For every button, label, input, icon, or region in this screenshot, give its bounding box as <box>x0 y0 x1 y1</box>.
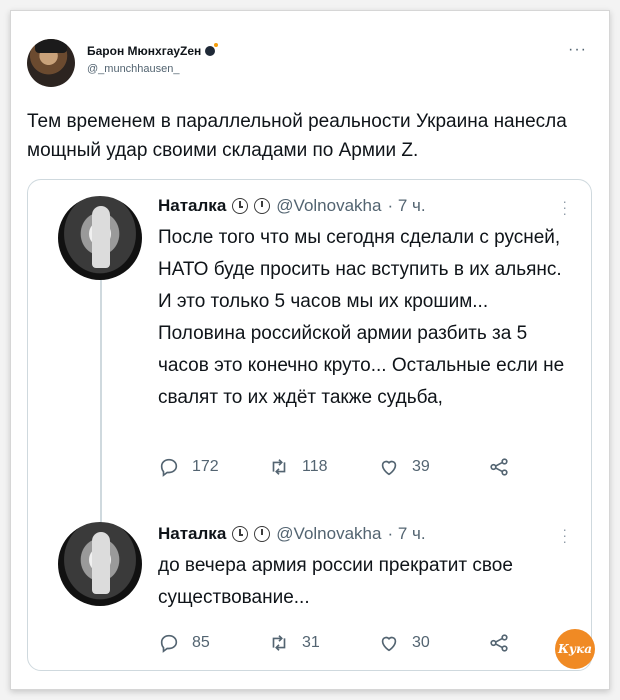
avatar-figure <box>92 532 110 594</box>
quoted-tweet-text: После того что мы сегодня сделали с русн… <box>158 227 565 408</box>
reply-button[interactable]: 85 <box>158 632 268 654</box>
quoted-author-name[interactable]: Наталка <box>158 524 226 544</box>
quoted-tweet-header: Наталка @Volnovakha · 7 ч. <box>158 196 426 216</box>
screenshot-frame: Барон МюнхгауZен @_munchhausen_ ··· Тем … <box>10 10 610 690</box>
retweet-button[interactable]: 31 <box>268 632 378 654</box>
quoted-tweet-text: до вечера армия россии прекратит свое су… <box>158 555 513 608</box>
quoted-thread-card[interactable]: Наталка @Volnovakha · 7 ч. · · · После тог… <box>27 179 592 671</box>
clock-icon <box>254 198 271 214</box>
quoted-author-avatar[interactable] <box>58 196 142 280</box>
author-name-row[interactable]: Барон МюнхгауZен <box>87 43 219 58</box>
avatar-figure <box>92 206 110 268</box>
author-handle[interactable]: @_munchhausen_ <box>87 63 180 75</box>
quoted-author-handle[interactable]: @Volnovakha <box>276 196 381 216</box>
tweet-actions: 85 31 30 <box>158 632 598 654</box>
bomb-icon <box>205 43 219 56</box>
outer-tweet-header: Барон МюнхгауZен @_munchhausen_ ··· <box>27 39 597 93</box>
like-count: 30 <box>412 634 430 651</box>
clock-icon <box>232 198 249 214</box>
reply-button[interactable]: 172 <box>158 456 268 478</box>
reply-icon <box>160 458 178 477</box>
heart-icon <box>381 460 397 476</box>
reply-count: 85 <box>192 634 210 651</box>
outer-tweet-text: Тем временем в параллельной реальности У… <box>27 111 567 161</box>
retweet-button[interactable]: 118 <box>268 456 378 478</box>
reply-count: 172 <box>192 458 219 475</box>
clock-icon <box>232 526 249 542</box>
heart-icon <box>381 636 397 652</box>
share-icon <box>490 634 508 652</box>
retweet-count: 118 <box>302 458 328 475</box>
share-icon <box>490 458 508 476</box>
avatar-hat <box>35 39 67 53</box>
retweet-icon <box>272 459 286 475</box>
retweet-icon <box>272 635 286 651</box>
more-icon[interactable]: ··· <box>568 41 587 59</box>
retweet-count: 31 <box>302 634 320 651</box>
clock-icon <box>254 526 271 542</box>
like-button[interactable]: 39 <box>378 456 488 478</box>
like-count: 39 <box>412 458 430 475</box>
author-name[interactable]: Барон МюнхгауZен <box>87 44 201 58</box>
tweet-actions: 172 118 39 <box>158 456 598 478</box>
more-icon[interactable]: ··· <box>562 194 567 220</box>
quoted-author-avatar[interactable] <box>58 522 142 606</box>
quoted-author-handle[interactable]: @Volnovakha <box>276 524 381 544</box>
tweet-timestamp[interactable]: · 7 ч. <box>387 524 425 544</box>
share-button[interactable] <box>488 456 598 478</box>
tweet-timestamp[interactable]: · 7 ч. <box>387 196 425 216</box>
quoted-author-name[interactable]: Наталка <box>158 196 226 216</box>
like-button[interactable]: 30 <box>378 632 488 654</box>
more-icon[interactable]: ··· <box>562 522 567 548</box>
quoted-tweet-header: Наталка @Volnovakha · 7 ч. <box>158 524 426 544</box>
watermark-logo: Кука <box>555 629 595 669</box>
reply-icon <box>160 634 178 653</box>
author-avatar[interactable] <box>27 39 75 87</box>
